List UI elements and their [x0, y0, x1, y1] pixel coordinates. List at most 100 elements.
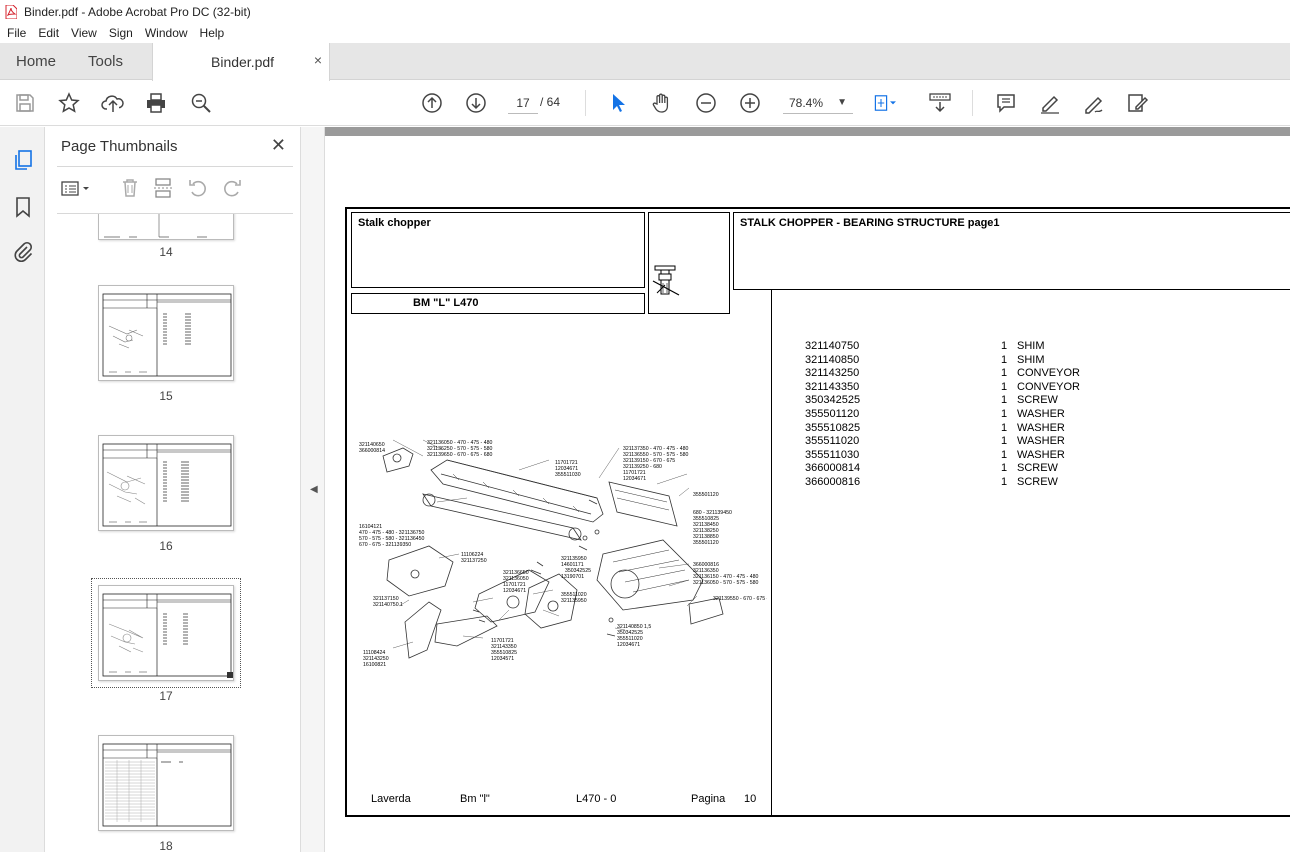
menu-view[interactable]: View: [71, 26, 97, 40]
rotate-left-icon[interactable]: [187, 177, 209, 202]
diagram-callout: 355511030: [555, 472, 581, 478]
pdf-page: Stalk chopper STALK CHOPPER - BEARING ST…: [345, 207, 1290, 817]
star-icon[interactable]: [57, 91, 81, 115]
close-panel-icon[interactable]: ✕: [271, 135, 286, 156]
collapse-arrow-icon: ◀: [310, 484, 318, 495]
tab-home[interactable]: Home: [16, 43, 56, 80]
page-thumbnails-icon[interactable]: [11, 148, 35, 172]
page-thumbnail[interactable]: [98, 214, 234, 240]
part-code: 366000816: [805, 475, 861, 488]
page-thumbnail-selected[interactable]: [98, 585, 234, 681]
part-quantity: 1: [1001, 435, 1008, 448]
bookmark-icon[interactable]: [11, 195, 35, 219]
part-code: 355511030: [805, 448, 860, 461]
diagram-callout: 670 - 675 - 321139350: [359, 542, 411, 548]
part-code: 350342525: [805, 394, 861, 407]
toolbar-divider: [972, 90, 973, 116]
toolbar-divider: [585, 90, 586, 116]
diagram-callout: 321140750 1: [373, 602, 403, 608]
next-page-icon[interactable]: [464, 91, 488, 115]
title-box: STALK CHOPPER - BEARING STRUCTURE page1: [733, 212, 1290, 290]
zoom-level-value: 78.4%: [789, 96, 824, 110]
footer-code: L470 - 0: [576, 793, 617, 805]
page-thumbnail[interactable]: [98, 435, 234, 531]
part-description: SCREW: [1017, 462, 1058, 475]
upload-cloud-icon[interactable]: [101, 91, 125, 115]
thumbnail-page-label: 16: [159, 539, 173, 553]
exploded-parts-diagram: 321140650366000814321136050 - 470 - 475 …: [353, 434, 767, 668]
footer-model: Bm "l": [460, 793, 490, 805]
diagram-callout: 321139550 - 670 - 675 - 680: [713, 596, 767, 602]
tab-document-label: Binder.pdf: [211, 54, 275, 70]
page-thumbnail[interactable]: [98, 285, 234, 381]
part-description: WASHER: [1017, 407, 1065, 420]
part-description: CONVEYOR: [1017, 367, 1080, 380]
diagram-callout: 16100821: [363, 662, 386, 668]
panel-title: Page Thumbnails: [61, 138, 178, 155]
page-thumbnails-panel: Page Thumbnails ✕ 14 15 16 17 18: [45, 127, 345, 852]
extract-pages-icon[interactable]: [153, 177, 175, 202]
toolbar: 17 / 64 78.4% ▼: [0, 81, 1290, 126]
part-code: 321143250: [805, 367, 860, 380]
comment-icon[interactable]: [994, 91, 1018, 115]
part-description: SHIM: [1017, 340, 1045, 352]
diagram-callout: 12034671: [503, 588, 526, 594]
thumbnail-page-label: 14: [159, 245, 173, 259]
diagram-callout: 12034571: [491, 656, 514, 662]
section-title: Stalk chopper: [358, 217, 431, 229]
tab-document[interactable]: Binder.pdf ×: [152, 43, 330, 81]
rotate-right-icon[interactable]: [221, 177, 243, 202]
diagram-callout: 321135950: [561, 598, 587, 604]
part-quantity: 1: [1001, 448, 1008, 461]
part-code: 355501120: [805, 407, 860, 420]
thumbnail-list: 14 15 16 17 18: [45, 214, 286, 852]
options-menu-icon[interactable]: [61, 179, 91, 202]
part-code: 321143350: [805, 380, 860, 393]
menu-help[interactable]: Help: [200, 26, 225, 40]
menu-file[interactable]: File: [7, 26, 26, 40]
diagram-callout: 12034571: [353, 434, 376, 436]
previous-page-icon[interactable]: [420, 91, 444, 115]
part-quantity: 1: [1001, 340, 1008, 352]
part-description: WASHER: [1017, 448, 1065, 461]
draw-pen-icon[interactable]: [1082, 91, 1106, 115]
zoom-level-select[interactable]: 78.4% ▼: [783, 92, 853, 114]
select-cursor-icon[interactable]: [606, 91, 630, 115]
attachment-paperclip-icon[interactable]: [11, 240, 35, 264]
diagram-callout: 321137250: [461, 558, 487, 564]
diagram-callout: 321139650 - 670 - 675 - 680: [427, 452, 492, 458]
part-quantity: 1: [1001, 421, 1008, 434]
tab-tools[interactable]: Tools: [88, 43, 123, 80]
page-thumbnail[interactable]: [98, 735, 234, 831]
fill-sign-icon[interactable]: [1126, 91, 1150, 115]
part-description: CONVEYOR: [1017, 380, 1080, 393]
zoom-out-icon[interactable]: [694, 91, 718, 115]
part-description: SCREW: [1017, 475, 1058, 488]
save-icon[interactable]: [13, 91, 37, 115]
menu-window[interactable]: Window: [145, 26, 188, 40]
print-icon[interactable]: [144, 91, 168, 115]
part-quantity: 1: [1001, 353, 1008, 366]
part-code: 355511020: [805, 435, 860, 448]
menu-sign[interactable]: Sign: [109, 26, 133, 40]
zoom-search-icon[interactable]: [189, 91, 213, 115]
scroll-mode-icon[interactable]: [928, 91, 952, 115]
panel-collapse-handle[interactable]: ◀: [301, 127, 325, 852]
part-quantity: 1: [1001, 407, 1008, 420]
thumbnail-page-label: 18: [159, 839, 173, 852]
part-code: 366000814: [805, 462, 861, 475]
thumbnail-page-label: 17: [159, 689, 173, 703]
model-box: BM "L" L470: [351, 293, 645, 314]
part-description: WASHER: [1017, 435, 1065, 448]
fit-page-icon[interactable]: [873, 91, 897, 115]
menu-edit[interactable]: Edit: [38, 26, 59, 40]
highlight-pen-icon[interactable]: [1038, 91, 1062, 115]
thumbnail-page-label: 15: [159, 389, 173, 403]
page-number-input[interactable]: 17: [508, 92, 538, 114]
tab-close-icon[interactable]: ×: [314, 52, 322, 68]
section-box: Stalk chopper: [351, 212, 645, 288]
delete-trash-icon[interactable]: [119, 177, 141, 202]
hand-tool-icon[interactable]: [650, 91, 674, 115]
zoom-in-icon[interactable]: [738, 91, 762, 115]
window-title: Binder.pdf - Adobe Acrobat Pro DC (32-bi…: [24, 4, 251, 19]
